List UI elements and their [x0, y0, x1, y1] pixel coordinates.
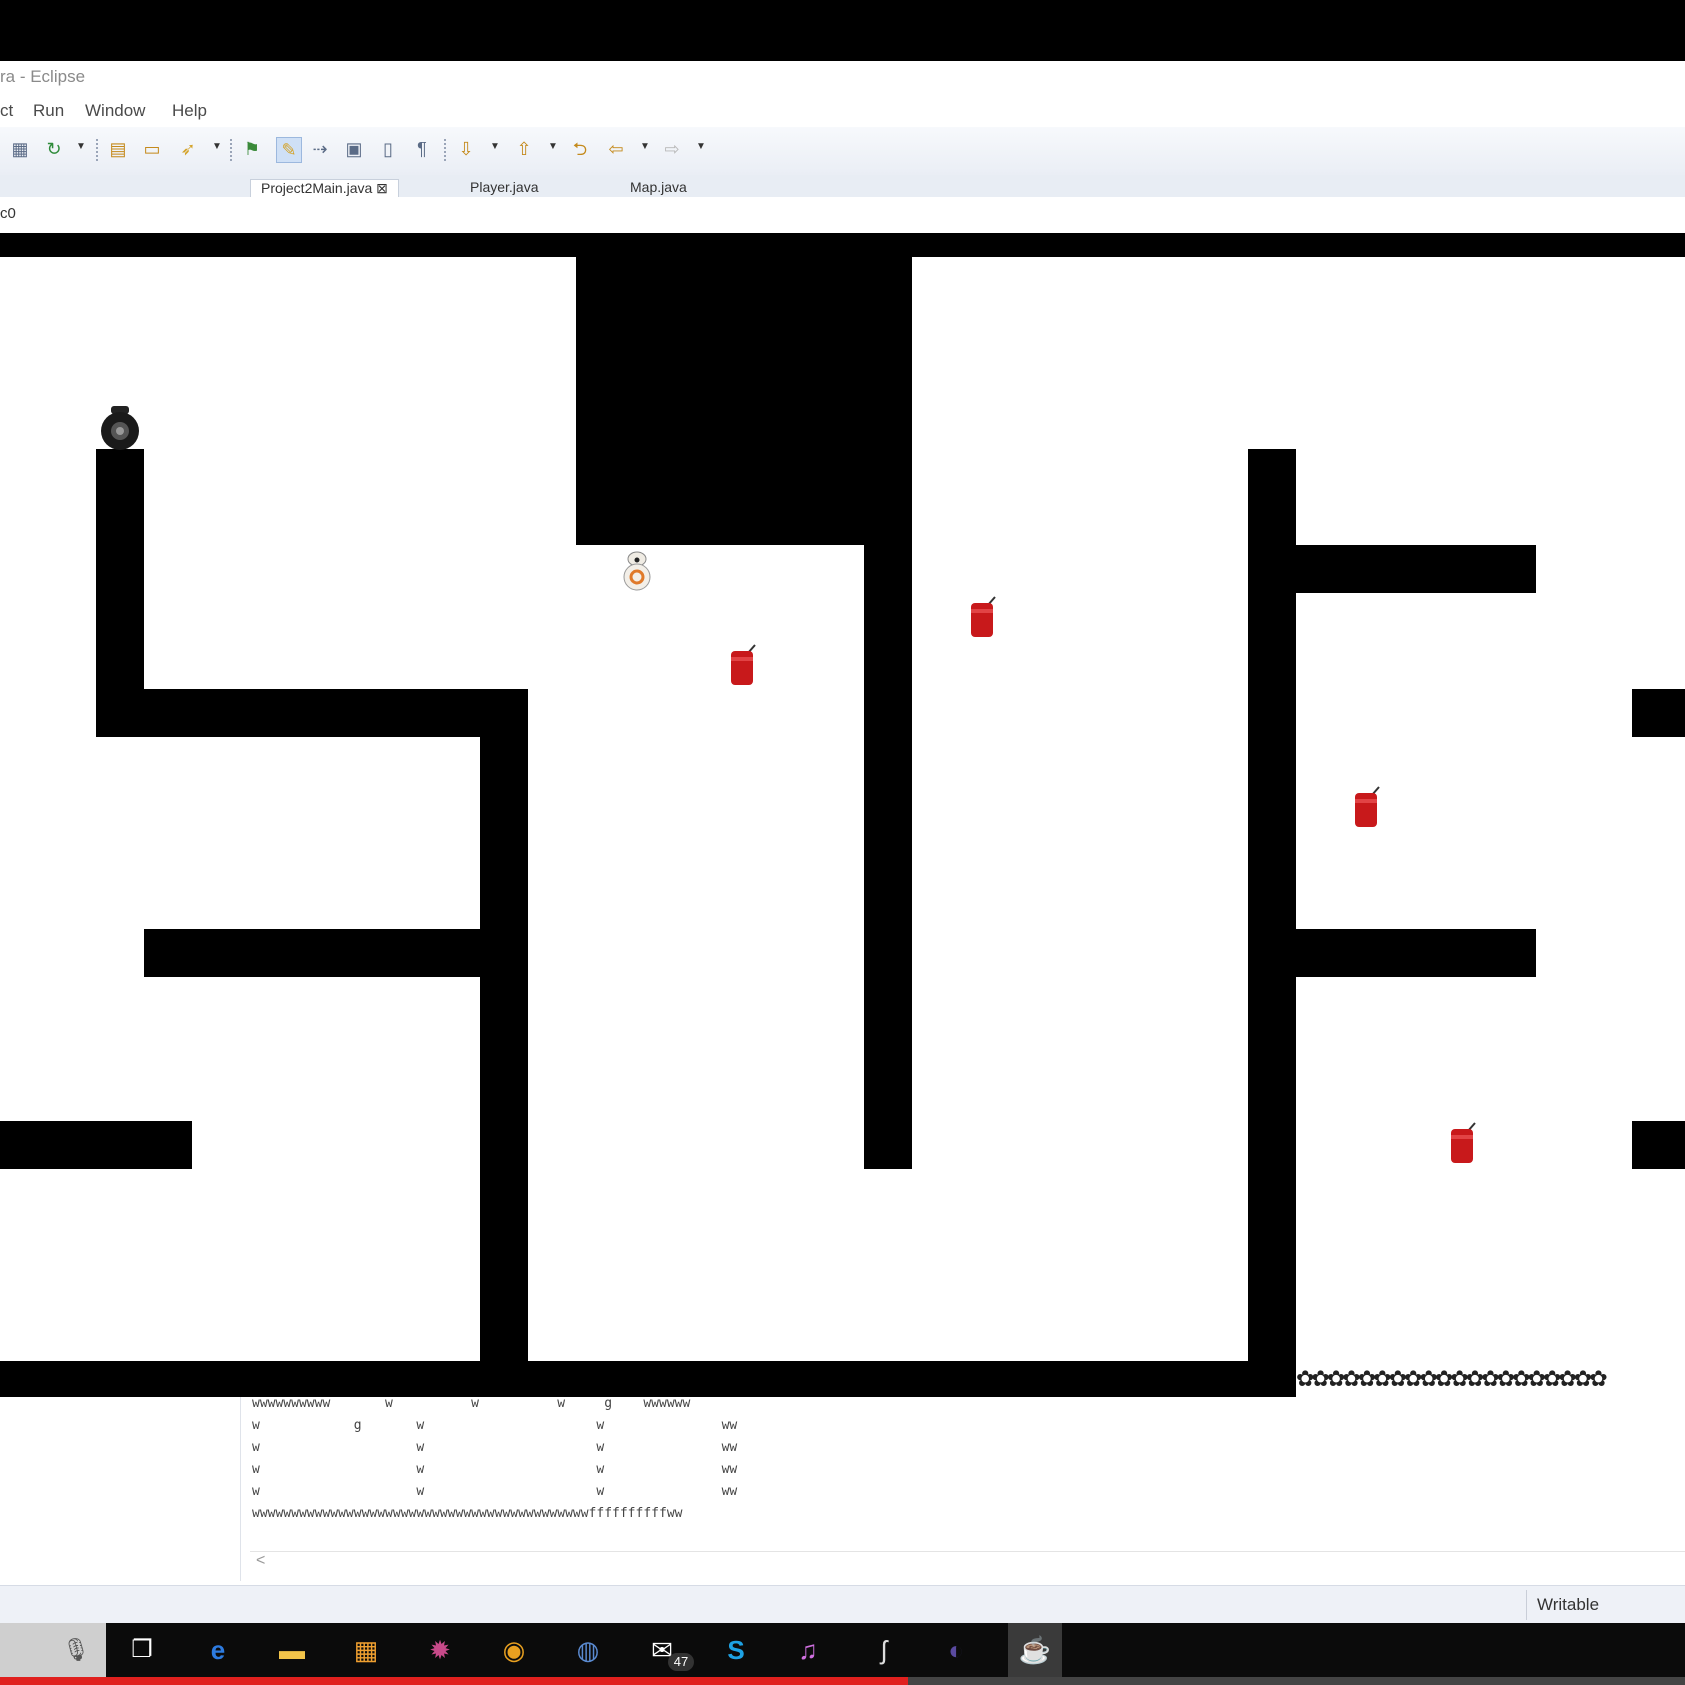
taskbar: 🎙 ❐ e ▬ ▦ ✹ ◉ ◍ ✉ 47 S ♫ ʃ ◐ ☕ — [0, 1623, 1685, 1677]
maze-wall — [576, 257, 912, 545]
status-bar: Writable — [0, 1585, 1685, 1624]
app-icon[interactable]: ✹ — [422, 1632, 458, 1668]
block-icon[interactable]: ⇢ — [308, 137, 332, 161]
steam-icon[interactable]: ◍ — [570, 1632, 606, 1668]
tab-map[interactable]: Map.java — [630, 179, 687, 197]
console-panel: wwwwwwwwww w w w g wwwwww w g w w ww w w… — [0, 1396, 1685, 1585]
window-title: ra - Eclipse — [0, 67, 86, 86]
console-title: c0 — [0, 205, 16, 222]
writable-status: Writable — [1537, 1595, 1600, 1614]
highlight-icon[interactable]: ✎ — [276, 137, 302, 163]
paragraph-icon[interactable]: ¶ — [410, 137, 434, 161]
chrome-icon[interactable]: ◉ — [496, 1632, 532, 1668]
eclipse-icon[interactable]: ◐ — [938, 1632, 974, 1668]
tab-project2main[interactable]: Project2Main.java ⊠ — [250, 179, 399, 197]
toolbar-separator — [96, 139, 99, 161]
edge-icon[interactable]: e — [200, 1632, 236, 1668]
left-pane — [0, 1397, 241, 1581]
player-droid-icon — [623, 551, 651, 591]
fuel-can-icon — [971, 596, 996, 637]
refresh-icon[interactable]: ↻ — [42, 137, 66, 161]
toolbar: ▦ ↻ ▼ ▤ ▭ ➶ ▼ ⚑ ✎ ⇢ ▣ ▯ ¶ ⇩ ▼ ⇧ ▼ ⮌ ⇦ ▼ … — [0, 127, 1685, 176]
maze-wall — [864, 545, 912, 1169]
microphone-icon[interactable]: 🎙 — [58, 1632, 94, 1668]
annotation-icon[interactable]: ▣ — [342, 137, 366, 161]
enemy-droid-icon — [101, 406, 139, 450]
fuel-can-icon — [731, 644, 756, 685]
console-line: w w w ww — [252, 1440, 738, 1455]
horizontal-scrollbar[interactable]: < — [250, 1551, 1685, 1574]
next-annotation-icon[interactable]: ⇩ — [454, 137, 478, 161]
tab-label: Player.java — [470, 179, 539, 195]
maze-wall — [1632, 1121, 1685, 1169]
chevron-down-icon[interactable]: ▼ — [490, 141, 500, 152]
menu-bar: ct Run Window Help — [0, 97, 1685, 127]
video-progress-played[interactable] — [0, 1677, 908, 1685]
menu-run[interactable]: Run — [33, 101, 64, 121]
chevron-down-icon[interactable]: ▼ — [76, 141, 86, 152]
open-folder-icon[interactable]: ▤ — [106, 137, 130, 161]
maze-wall — [0, 1121, 192, 1169]
tab-player[interactable]: Player.java — [470, 179, 539, 197]
last-edit-icon[interactable]: ⮌ — [568, 137, 592, 161]
console-line: wwwwwwwwww w w w g wwwwww — [252, 1396, 691, 1411]
task-view-icon[interactable]: ❐ — [124, 1632, 160, 1668]
toolbar-separator — [444, 139, 447, 161]
chevron-down-icon[interactable]: ▼ — [212, 141, 222, 152]
maze-wall — [96, 689, 528, 737]
forward-icon[interactable]: ⇨ — [660, 137, 684, 161]
scroll-left-icon[interactable]: < — [256, 1552, 265, 1570]
fuel-can-icon — [1355, 786, 1380, 827]
maze-wall — [1248, 449, 1296, 1397]
package-icon[interactable]: ▦ — [8, 137, 32, 161]
menu-project[interactable]: ct — [0, 101, 13, 121]
status-separator — [1526, 1590, 1527, 1620]
chevron-down-icon[interactable]: ▼ — [548, 141, 558, 152]
maze-wall — [480, 689, 528, 1361]
taskbar-search[interactable]: 🎙 — [0, 1623, 106, 1677]
maze-wall — [144, 929, 480, 977]
folder-icon[interactable]: ▭ — [140, 137, 164, 161]
mail-badge: 47 — [668, 1653, 694, 1671]
game-canvas[interactable]: ✿✿✿✿✿✿✿✿✿✿✿✿✿✿✿✿✿✿✿✿ — [0, 233, 1685, 1397]
maze-wall — [1296, 545, 1536, 593]
console-line: wwwwwwwwwwwwwwwwwwwwwwwwwwwwwwwwwwwwwwww… — [252, 1506, 683, 1521]
fuel-can-icon — [1451, 1122, 1476, 1163]
menu-window[interactable]: Window — [85, 101, 145, 121]
skype-icon[interactable]: S — [718, 1632, 754, 1668]
chevron-down-icon[interactable]: ▼ — [640, 141, 650, 152]
prev-annotation-icon[interactable]: ⇧ — [512, 137, 536, 161]
console-line: w w w ww — [252, 1484, 738, 1499]
menu-help[interactable]: Help — [172, 101, 207, 121]
finish-flags: ✿✿✿✿✿✿✿✿✿✿✿✿✿✿✿✿✿✿✿✿ — [1296, 1366, 1608, 1391]
file-explorer-icon[interactable]: ▬ — [274, 1632, 310, 1668]
chevron-down-icon[interactable]: ▼ — [696, 141, 706, 152]
store-icon[interactable]: ▦ — [348, 1632, 384, 1668]
tab-label: Project2Main.java — [261, 180, 373, 196]
pin-icon[interactable]: ⚑ — [240, 137, 264, 161]
run-icon[interactable]: ➶ — [176, 137, 200, 161]
close-icon[interactable]: ⊠ — [376, 180, 388, 196]
maze-wall — [0, 233, 1685, 257]
window-titlebar: ra - Eclipse — [0, 61, 1685, 97]
tab-label: Map.java — [630, 179, 687, 195]
maze-wall — [1632, 689, 1685, 737]
console-header: c0 — [0, 197, 1685, 233]
java-icon[interactable]: ☕ — [1008, 1623, 1062, 1677]
app-icon[interactable]: ʃ — [866, 1632, 902, 1668]
console-line: w w w ww — [252, 1462, 738, 1477]
back-icon[interactable]: ⇦ — [604, 137, 628, 161]
console-line: w g w w ww — [252, 1418, 738, 1433]
video-progress-remaining[interactable] — [908, 1677, 1685, 1685]
editor-tab-strip: Project2Main.java ⊠ Player.java Map.java — [0, 175, 1685, 199]
itunes-icon[interactable]: ♫ — [790, 1632, 826, 1668]
maze-wall — [0, 1361, 1296, 1397]
toolbar-separator — [230, 139, 233, 161]
document-icon[interactable]: ▯ — [376, 137, 400, 161]
maze-wall — [1296, 929, 1536, 977]
